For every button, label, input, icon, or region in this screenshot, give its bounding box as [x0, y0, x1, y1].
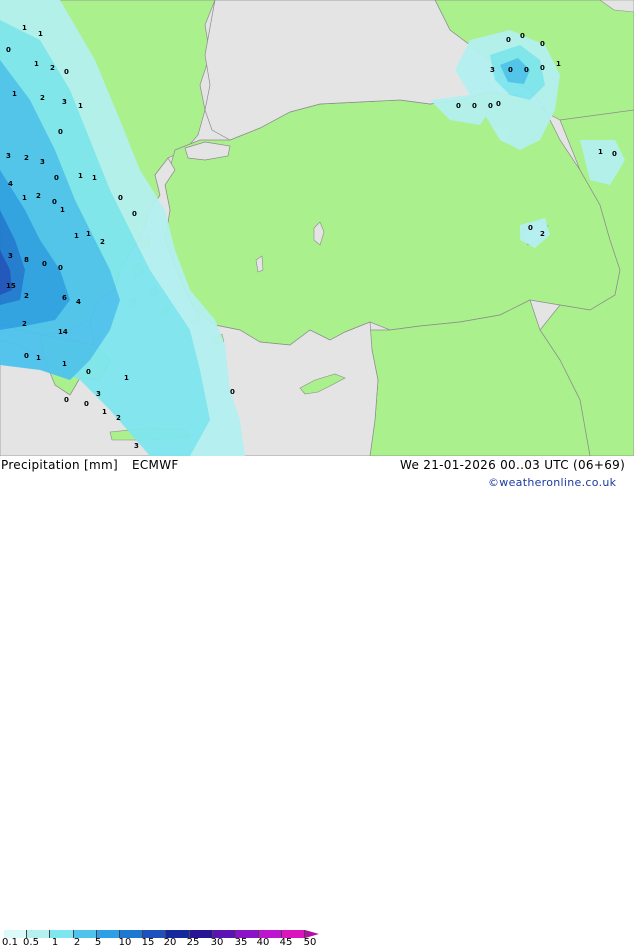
- precip-value-label: 0: [488, 102, 493, 110]
- colorbar-tick-label: 5: [94, 937, 102, 948]
- precip-value-label: 2: [24, 292, 29, 300]
- precip-value-label: 0: [42, 260, 47, 268]
- precip-value-label: 1: [36, 354, 41, 362]
- precip-value-label: 0: [58, 128, 63, 136]
- precip-value-label: 2: [100, 238, 105, 246]
- precip-value-label: 0: [86, 368, 91, 376]
- precip-value-label: 0: [524, 66, 529, 74]
- precip-value-label: 2: [540, 230, 545, 238]
- precip-value-label: 1: [34, 60, 39, 68]
- precip-value-label: 1: [74, 232, 79, 240]
- footer: Precipitation [mm] ECMWF We 21-01-2026 0…: [0, 456, 634, 948]
- precip-value-label: 0: [540, 64, 545, 72]
- precip-value-label: 1: [78, 102, 83, 110]
- precip-value-label: 1: [22, 24, 27, 32]
- precip-value-label: 0: [54, 174, 59, 182]
- precip-value-label: 4: [76, 298, 81, 306]
- precip-value-label: 0: [84, 400, 89, 408]
- precip-value-label: 0: [456, 102, 461, 110]
- precip-value-label: 0: [58, 264, 63, 272]
- precip-value-label: 14: [58, 328, 68, 336]
- precip-value-label: 0: [496, 100, 501, 108]
- precip-value-label: 0: [540, 40, 545, 48]
- colorbar-tick-label: 10: [118, 937, 132, 948]
- colorbar-tick-label: 2: [73, 937, 81, 948]
- precip-value-label: 0: [472, 102, 477, 110]
- precip-value-label: 1: [556, 60, 561, 68]
- precip-value-label: 0: [52, 198, 57, 206]
- precip-value-label: 0: [506, 36, 511, 44]
- precip-value-label: 1: [86, 230, 91, 238]
- precip-value-label: 0: [6, 46, 11, 54]
- precip-value-label: 1: [124, 374, 129, 382]
- precip-value-label: 0: [612, 150, 617, 158]
- precip-value-label: 0: [24, 352, 29, 360]
- precip-value-label: 0: [528, 224, 533, 232]
- precip-value-label: 0: [230, 388, 235, 396]
- precip-value-label: 2: [50, 64, 55, 72]
- colorbar-tick-label: 0.1: [2, 937, 18, 948]
- credit-link[interactable]: ©weatheronline.co.uk: [488, 476, 616, 489]
- precip-value-label: 0: [64, 396, 69, 404]
- precip-value-label: 0: [118, 194, 123, 202]
- precip-value-label: 1: [78, 172, 83, 180]
- precip-value-label: 4: [8, 180, 13, 188]
- colorbar-tick-label: 30: [210, 937, 224, 948]
- precip-value-label: 8: [24, 256, 29, 264]
- precip-value-label: 2: [24, 154, 29, 162]
- precip-value-label: 2: [40, 94, 45, 102]
- precip-value-label: 3: [40, 158, 45, 166]
- colorbar-tick-label: 25: [186, 937, 200, 948]
- precip-value-label: 15: [6, 282, 16, 290]
- colorbar-ticks: 0.1 0.5 1 2 5 10 15 20 25 30 35 40 45 50: [0, 937, 634, 948]
- precip-value-label: 3: [6, 152, 11, 160]
- colorbar-tick-label: 45: [279, 937, 293, 948]
- precip-value-label: 1: [102, 408, 107, 416]
- colorbar-tick-label: 15: [141, 937, 155, 948]
- precip-value-label: 0: [520, 32, 525, 40]
- precip-value-label: 1: [60, 206, 65, 214]
- precip-value-label: 2: [116, 414, 121, 422]
- valid-time: We 21-01-2026 00..03 UTC (06+69): [400, 458, 626, 472]
- model-name: ECMWF: [132, 458, 179, 472]
- precipitation-map: 1102 013 11 203 2 30 1 141 2011 12003 8 0 0152 6 42140…: [0, 0, 634, 456]
- colorbar-tick-label: 35: [234, 937, 248, 948]
- precip-value-label: 0: [132, 210, 137, 218]
- precip-value-label: 1: [22, 194, 27, 202]
- precip-value-label: 3: [490, 66, 495, 74]
- precip-value-label: 1: [62, 360, 67, 368]
- colorbar-tick-label: 40: [256, 937, 270, 948]
- precip-value-label: 2: [22, 320, 27, 328]
- precip-value-label: 1: [12, 90, 17, 98]
- precip-value-label: 2: [36, 192, 41, 200]
- precip-value-label: 3: [134, 442, 139, 450]
- chart-title: Precipitation [mm]: [1, 458, 118, 472]
- colorbar-tick-label: 50: [303, 937, 317, 948]
- colorbar-tick-label: 0.5: [23, 937, 39, 948]
- precip-value-label: 3: [62, 98, 67, 106]
- colorbar-tick-label: 1: [51, 937, 59, 948]
- precip-value-label: 3: [96, 390, 101, 398]
- precip-value-label: 0: [508, 66, 513, 74]
- precip-value-label: 1: [598, 148, 603, 156]
- precip-value-label: 0: [64, 68, 69, 76]
- precip-value-label: 1: [92, 174, 97, 182]
- precip-value-label: 1: [38, 30, 43, 38]
- precip-value-label: 6: [62, 294, 67, 302]
- precip-value-label: 3: [8, 252, 13, 260]
- colorbar-tick-label: 20: [163, 937, 177, 948]
